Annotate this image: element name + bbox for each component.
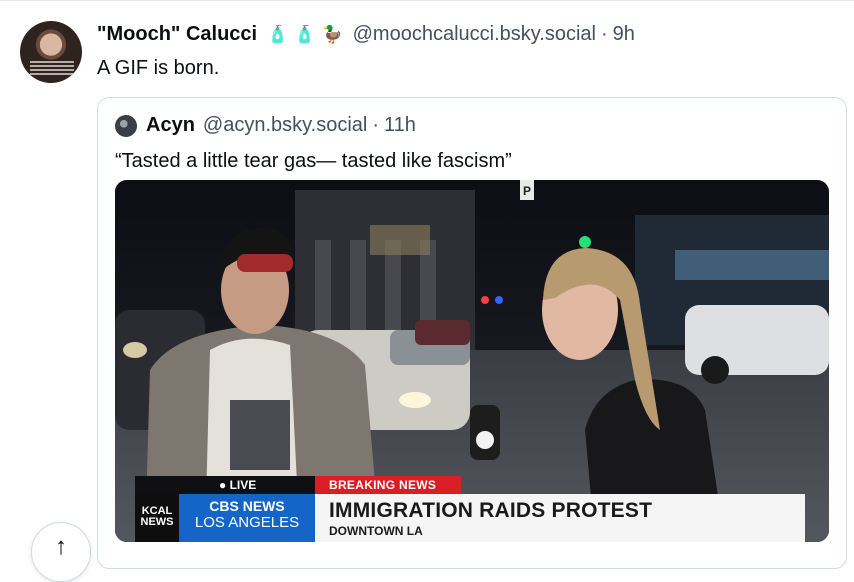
quoted-post-header: Acyn @acyn.bsky.social · 11h xyxy=(115,114,416,137)
feed-divider xyxy=(0,0,854,1)
headline-box: IMMIGRATION RAIDS PROTEST DOWNTOWN LA xyxy=(315,494,805,542)
los-angeles-line: LOS ANGELES xyxy=(194,514,300,531)
avatar-caption-graphic xyxy=(30,61,74,75)
author-handle[interactable]: @moochcalucci.bsky.social xyxy=(353,23,596,46)
bottle-icon: 🧴 xyxy=(294,24,316,44)
quoted-post-card[interactable]: Acyn @acyn.bsky.social · 11h “Tasted a l… xyxy=(97,97,847,569)
quoted-meta-separator: · xyxy=(372,114,380,136)
bottle-icon: 🧴 xyxy=(267,24,289,44)
quoted-post-text: “Tasted a little tear gas— tasted like f… xyxy=(115,150,512,172)
quoted-author-handle[interactable]: @acyn.bsky.social xyxy=(203,114,367,137)
headline-text: IMMIGRATION RAIDS PROTEST xyxy=(329,499,653,522)
cbs-news-line: CBS NEWS xyxy=(209,498,285,514)
cbs-news-logo: CBS NEWS LOS ANGELES xyxy=(179,494,315,542)
live-text: LIVE xyxy=(229,478,257,492)
news-lower-third: ● LIVE BREAKING NEWS KCAL NEWS CBS NEWS … xyxy=(135,476,805,542)
post-text: A GIF is born. xyxy=(97,57,220,79)
quoted-author-display-name[interactable]: Acyn xyxy=(146,114,195,137)
kcal-logo: KCAL NEWS xyxy=(135,494,179,542)
arrow-up-icon: ↑ xyxy=(55,533,67,560)
quoted-post-time[interactable]: 11h xyxy=(384,114,416,137)
duck-icon: 🦆 xyxy=(321,24,343,44)
post-time[interactable]: 9h xyxy=(613,23,635,46)
subheadline-text: DOWNTOWN LA xyxy=(329,524,423,538)
author-emojis: 🧴 🧴 🦆 xyxy=(267,26,343,43)
avatar[interactable] xyxy=(20,21,82,83)
quoted-author-avatar[interactable] xyxy=(115,114,137,137)
author-display-name[interactable]: "Mooch" Calucci xyxy=(97,23,257,46)
parking-sign-text: P xyxy=(523,184,531,198)
meta-separator: · xyxy=(600,22,608,45)
post-header: "Mooch" Calucci 🧴 🧴 🦆 @moochcalucci.bsky… xyxy=(97,21,635,47)
video-player[interactable]: P ● LIVE BREAKING NEWS KCAL NEWS CBS NEW… xyxy=(115,180,829,542)
scroll-to-top-button[interactable]: ↑ xyxy=(31,522,91,582)
breaking-news-label: BREAKING NEWS xyxy=(315,476,461,494)
live-label: ● LIVE xyxy=(135,476,325,494)
